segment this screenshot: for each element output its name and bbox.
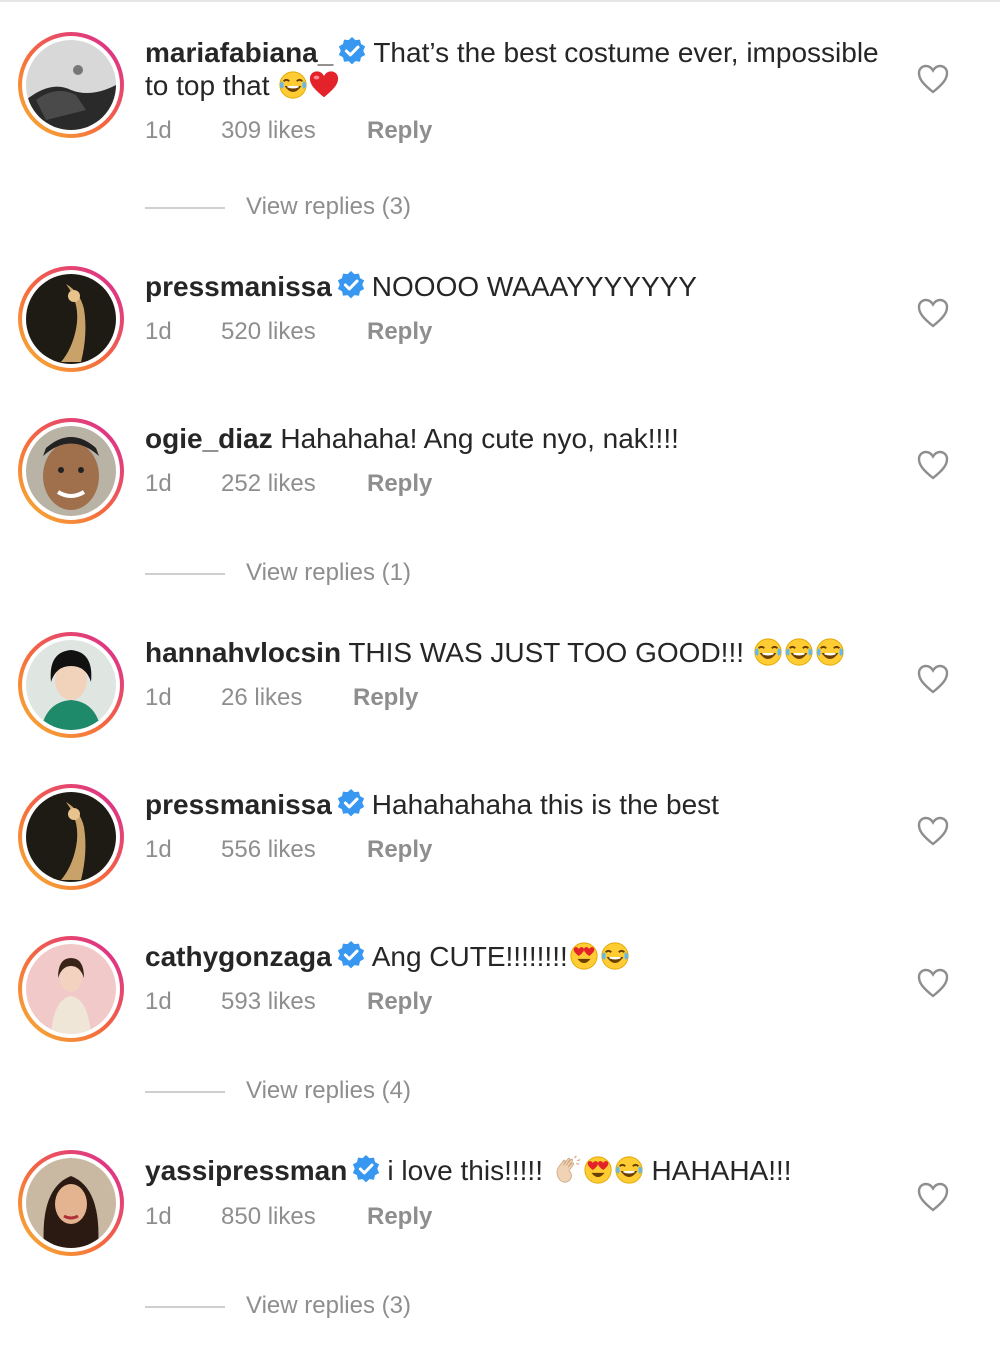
comment-body: Hahahahaha this is the best xyxy=(371,789,719,820)
laughing-emoji-icon xyxy=(614,1155,644,1185)
view-replies-divider xyxy=(145,573,225,575)
view-replies-label: View replies (3) xyxy=(246,193,411,220)
comment-text: cathygonzaga Ang CUTE!!!!!!!! xyxy=(145,940,885,973)
like-heart-icon[interactable] xyxy=(916,967,950,999)
likes-count[interactable]: 850 likes xyxy=(221,1202,316,1232)
username[interactable]: mariafabiana_ xyxy=(145,37,333,68)
verified-badge-icon xyxy=(351,1154,381,1184)
username[interactable]: ogie_diaz xyxy=(145,423,273,454)
view-replies-divider xyxy=(145,1091,225,1093)
likes-count[interactable]: 309 likes xyxy=(221,116,316,146)
heart-eyes-emoji-icon xyxy=(569,941,599,971)
reply-button[interactable]: Reply xyxy=(367,987,432,1017)
likes-count[interactable]: 593 likes xyxy=(221,987,316,1017)
verified-badge-icon xyxy=(336,270,366,300)
verified-badge-icon xyxy=(336,788,366,818)
reply-button[interactable]: Reply xyxy=(367,469,432,499)
timestamp: 1d xyxy=(145,836,172,863)
likes-count[interactable]: 556 likes xyxy=(221,835,316,865)
laughing-emoji-icon xyxy=(784,637,814,667)
reply-button[interactable]: Reply xyxy=(367,116,432,146)
view-replies-label: View replies (1) xyxy=(246,559,411,586)
reply-button[interactable]: Reply xyxy=(353,683,418,713)
view-replies-label: View replies (4) xyxy=(246,1077,411,1104)
likes-count[interactable]: 26 likes xyxy=(221,683,302,713)
avatar[interactable] xyxy=(18,418,124,524)
timestamp: 1d xyxy=(145,684,172,711)
comment-body: Ang CUTE!!!!!!!! xyxy=(371,941,568,972)
clapping-hands-emoji-icon xyxy=(552,1155,582,1185)
avatar[interactable] xyxy=(18,1150,124,1256)
username[interactable]: yassipressman xyxy=(145,1155,347,1186)
comment-text: mariafabiana_ That’s the best costume eve… xyxy=(145,36,885,102)
username[interactable]: pressmanissa xyxy=(145,271,332,302)
avatar[interactable] xyxy=(18,266,124,372)
likes-count[interactable]: 520 likes xyxy=(221,317,316,347)
laughing-emoji-icon xyxy=(753,637,783,667)
timestamp: 1d xyxy=(145,988,172,1015)
verified-badge-icon xyxy=(336,940,366,970)
reply-button[interactable]: Reply xyxy=(367,1202,432,1232)
comment-text: pressmanissa NOOOO WAAAYYYYYYY xyxy=(145,270,885,303)
comment-body: NOOOO WAAAYYYYYYY xyxy=(371,271,697,302)
comment-body: Hahahaha! Ang cute nyo, nak!!!! xyxy=(280,423,679,454)
view-replies-divider xyxy=(145,207,225,209)
red-heart-emoji-icon xyxy=(309,70,339,100)
comment-body: i love this!!!!! xyxy=(387,1155,543,1186)
username[interactable]: hannahvlocsin xyxy=(145,637,341,668)
comment-body-suffix: HAHAHA!!! xyxy=(651,1155,792,1186)
avatar[interactable] xyxy=(18,784,124,890)
laughing-emoji-icon xyxy=(600,941,630,971)
like-heart-icon[interactable] xyxy=(916,1181,950,1213)
comment-text: pressmanissa Hahahahaha this is the best xyxy=(145,788,885,821)
like-heart-icon[interactable] xyxy=(916,815,950,847)
like-heart-icon[interactable] xyxy=(916,663,950,695)
laughing-emoji-icon xyxy=(278,70,308,100)
top-divider xyxy=(0,0,1000,2)
verified-badge-icon xyxy=(337,36,367,66)
comment-text: yassipressman i love this!!!!! HAHAHA!!! xyxy=(145,1154,885,1187)
avatar[interactable] xyxy=(18,936,124,1042)
reply-button[interactable]: Reply xyxy=(367,317,432,347)
timestamp: 1d xyxy=(145,1203,172,1230)
view-replies-label: View replies (3) xyxy=(246,1292,411,1319)
timestamp: 1d xyxy=(145,470,172,497)
like-heart-icon[interactable] xyxy=(916,449,950,481)
timestamp: 1d xyxy=(145,117,172,144)
username[interactable]: cathygonzaga xyxy=(145,941,332,972)
likes-count[interactable]: 252 likes xyxy=(221,469,316,499)
reply-button[interactable]: Reply xyxy=(367,835,432,865)
comment-text: ogie_diaz Hahahaha! Ang cute nyo, nak!!!… xyxy=(145,422,885,455)
like-heart-icon[interactable] xyxy=(916,297,950,329)
like-heart-icon[interactable] xyxy=(916,63,950,95)
avatar[interactable] xyxy=(18,632,124,738)
timestamp: 1d xyxy=(145,318,172,345)
comment-body: THIS WAS JUST TOO GOOD!!! xyxy=(348,637,745,668)
comment-text: hannahvlocsin THIS WAS JUST TOO GOOD!!! xyxy=(145,636,885,669)
view-replies-divider xyxy=(145,1306,225,1308)
avatar[interactable] xyxy=(18,32,124,138)
username[interactable]: pressmanissa xyxy=(145,789,332,820)
heart-eyes-emoji-icon xyxy=(583,1155,613,1185)
laughing-emoji-icon xyxy=(815,637,845,667)
